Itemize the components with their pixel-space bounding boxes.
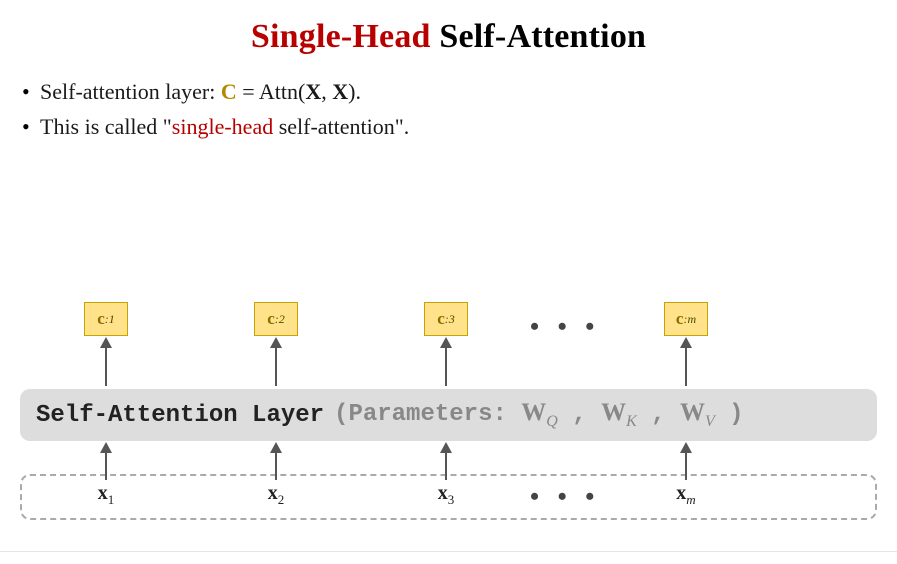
b1-mid: , [321, 79, 332, 104]
dots-bottom: • • • [530, 482, 600, 512]
arrow-top [685, 339, 687, 386]
output-c-box: c:3 [424, 302, 468, 336]
arrow-top [105, 339, 107, 386]
output-c-box: c:m [664, 302, 708, 336]
wk-s: K [626, 413, 637, 430]
bullet-list: Self-attention layer: C = Attn(X, X). Th… [22, 74, 897, 144]
footer-divider [0, 551, 897, 552]
output-c-box: c:1 [84, 302, 128, 336]
bullet-1: Self-attention layer: C = Attn(X, X). [22, 74, 897, 109]
column-2: c:2 x2 [250, 284, 302, 544]
b1-post: ). [348, 79, 361, 104]
column-1: c:1 x1 [80, 284, 132, 544]
output-c-box: c:2 [254, 302, 298, 336]
input-x-label: x1 [98, 482, 115, 508]
b1-eq: = Attn( [237, 79, 306, 104]
params-close: ) [715, 401, 744, 428]
slide-title: Single-Head Self-Attention [0, 18, 897, 56]
diagram: Self-Attention Layer (Parameters: WQ , W… [20, 284, 877, 544]
arrow-top [445, 339, 447, 386]
b1-x1: X [305, 79, 321, 104]
arrow-bot [685, 444, 687, 480]
wq-w: W [521, 399, 546, 426]
input-x-label: x3 [438, 482, 455, 508]
input-x-label: xm [676, 482, 695, 508]
b2-pre: This is called " [40, 114, 172, 139]
arrow-bot [275, 444, 277, 480]
bullet-2: This is called "single-head self-attenti… [22, 109, 897, 144]
column-4: c:m xm [660, 284, 712, 544]
wk-w: W [601, 399, 626, 426]
b1-pre: Self-attention layer: [40, 79, 221, 104]
sep1: , [558, 401, 601, 428]
arrow-bot [105, 444, 107, 480]
b1-c: C [221, 79, 237, 104]
arrow-top [275, 339, 277, 386]
arrow-bot [445, 444, 447, 480]
wq-s: Q [546, 413, 558, 430]
column-3: c:3 x3 [420, 284, 472, 544]
b1-x2: X [332, 79, 348, 104]
title-red: Single-Head [251, 18, 431, 55]
title-rest: Self-Attention [431, 18, 646, 55]
b2-post: self-attention". [273, 114, 409, 139]
input-x-label: x2 [268, 482, 285, 508]
b2-red: single-head [172, 114, 273, 139]
dots-top: • • • [530, 312, 600, 342]
